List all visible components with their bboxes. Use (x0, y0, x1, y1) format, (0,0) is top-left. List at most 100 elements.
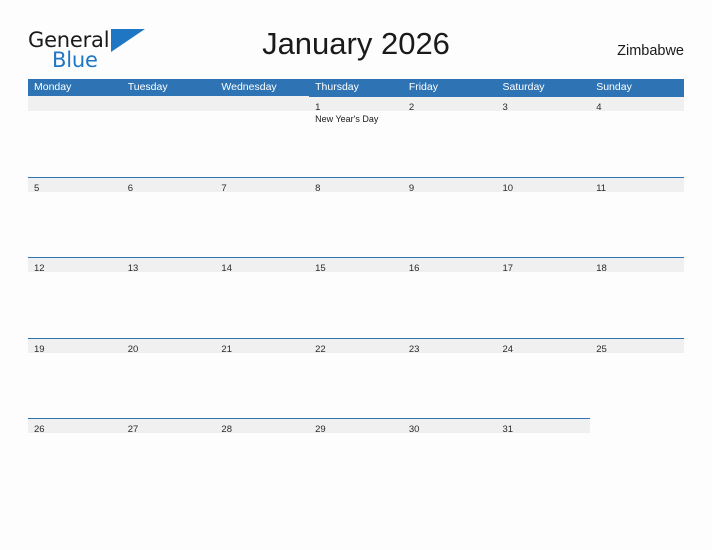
day-cell[interactable]: 4 (590, 96, 684, 113)
day-number: 5 (34, 182, 40, 194)
day-cell[interactable]: 18 (590, 257, 684, 274)
day-number: 14 (221, 263, 232, 274)
day-number: 25 (596, 343, 607, 355)
day-date-band: 24 (496, 337, 591, 355)
day-number: 31 (502, 424, 514, 435)
day-events-cell (403, 353, 497, 418)
day-date-band: 15 (309, 257, 403, 274)
day-cell[interactable]: 7 (215, 176, 310, 194)
day-events-cell (122, 433, 216, 498)
week-date-band: 5 6 7 8 9 10 11 (28, 176, 684, 194)
day-events-cell (122, 353, 216, 418)
country-label: Zimbabwe (617, 43, 684, 59)
day-cell[interactable]: 28 (215, 418, 310, 435)
day-number: 28 (221, 424, 232, 435)
day-cell[interactable]: 13 (121, 257, 216, 274)
day-events-cell (590, 272, 684, 337)
day-events-cell (403, 433, 497, 498)
day-cell[interactable]: 19 (28, 337, 122, 355)
day-number: 27 (127, 424, 139, 435)
day-number: 18 (596, 263, 607, 274)
day-events-cell (590, 192, 684, 257)
weekday-header-monday: Monday (34, 81, 72, 93)
day-cell[interactable]: 24 (496, 337, 591, 355)
day-number: 21 (221, 343, 232, 355)
day-cell[interactable]: 20 (121, 337, 216, 355)
day-cell[interactable]: 30 (402, 418, 497, 435)
day-cell[interactable]: 15 (309, 257, 403, 274)
day-cell[interactable]: 26 (28, 418, 122, 435)
day-cell[interactable]: 12 (28, 257, 122, 274)
day-cell[interactable]: 27 (121, 418, 216, 435)
day-events-cell (497, 111, 591, 176)
day-cell[interactable]: 1 (309, 96, 403, 113)
weekday-header-friday: Friday (408, 81, 438, 93)
day-date-band (590, 418, 684, 433)
day-cell[interactable]: 11 (590, 176, 684, 194)
day-events-cell (215, 272, 309, 337)
day-cell[interactable]: 16 (402, 257, 497, 274)
day-number: 23 (408, 343, 420, 355)
day-cell[interactable]: 9 (402, 176, 497, 194)
day-cell[interactable]: 2 (402, 96, 497, 113)
day-number: 17 (502, 263, 514, 274)
day-events-cell (215, 353, 309, 418)
day-cell[interactable]: 14 (215, 257, 310, 274)
day-date-band: 25 (590, 337, 684, 355)
day-cell[interactable]: 3 (496, 96, 591, 113)
day-events-cell (497, 272, 591, 337)
day-events-cell (28, 192, 122, 257)
day-cell[interactable]: 25 (590, 337, 684, 355)
day-cell[interactable]: 31 (496, 418, 591, 435)
day-number: 9 (408, 182, 415, 194)
week-event-band: New Year's Day (28, 111, 684, 176)
day-number: 16 (408, 263, 420, 274)
day-date-band: 8 (309, 176, 403, 194)
day-events-cell (497, 433, 591, 498)
day-cell[interactable]: 29 (309, 418, 403, 435)
day-date-band: 6 (121, 176, 216, 194)
day-cell-empty (121, 96, 216, 111)
day-events-cell (309, 433, 403, 498)
day-events-cell (590, 353, 684, 418)
calendar-grid: Monday Tuesday Wednesday Thursday Friday Satu… (28, 79, 684, 499)
day-cell[interactable]: 5 (28, 176, 122, 194)
day-number: 2 (408, 102, 415, 113)
day-cell[interactable]: 22 (309, 337, 403, 355)
day-date-band: 12 (28, 257, 122, 274)
day-events-cell[interactable]: New Year's Day (309, 111, 403, 176)
day-number: 20 (127, 343, 139, 355)
day-events-cell (215, 433, 309, 498)
day-number: 30 (408, 424, 420, 435)
day-number: 24 (502, 343, 514, 355)
day-events-cell (497, 192, 591, 257)
day-number: 6 (127, 182, 133, 194)
day-cell[interactable]: 21 (215, 337, 310, 355)
week-event-band (28, 272, 684, 337)
day-date-band (121, 96, 216, 111)
day-cell[interactable]: 8 (309, 176, 403, 194)
week-event-band (28, 192, 684, 257)
day-events-cell (215, 111, 309, 176)
day-events-cell (122, 192, 216, 257)
day-events-cell (403, 192, 497, 257)
day-number: 19 (34, 343, 45, 355)
weekday-header-sunday: Sunday (596, 81, 632, 93)
day-cell[interactable]: 10 (496, 176, 591, 194)
holiday-event: New Year's Day (315, 114, 379, 124)
day-events-cell (28, 433, 122, 498)
day-date-band: 3 (496, 96, 591, 113)
day-cell[interactable]: 23 (402, 337, 497, 355)
day-events-cell (590, 111, 684, 176)
day-cell[interactable]: 17 (496, 257, 591, 274)
day-date-band: 4 (590, 96, 684, 113)
day-date-band: 22 (309, 337, 403, 355)
calendar-week-row: 19 20 21 22 23 24 25 (28, 337, 684, 419)
event-list: New Year's Day (309, 111, 403, 125)
day-number: 4 (596, 102, 602, 113)
day-cell[interactable]: 6 (121, 176, 216, 194)
day-date-band: 10 (496, 176, 591, 194)
weekday-header-saturday: Saturday (502, 81, 545, 93)
day-number: 7 (221, 182, 227, 194)
day-number: 22 (315, 343, 326, 355)
